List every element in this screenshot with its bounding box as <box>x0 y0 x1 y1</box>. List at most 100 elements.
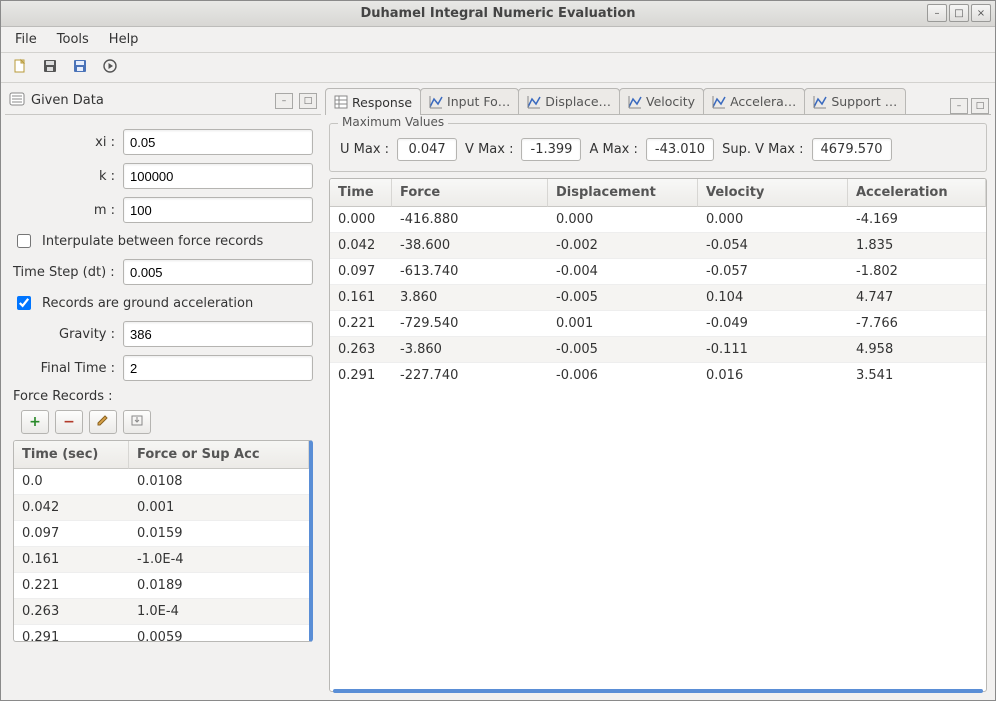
menubar: File Tools Help <box>1 27 995 53</box>
remove-record-button[interactable]: − <box>55 410 83 434</box>
window-title: Duhamel Integral Numeric Evaluation <box>1 6 995 21</box>
records-header-time[interactable]: Time (sec) <box>14 441 129 469</box>
table-row[interactable]: 0.00.0108 <box>14 469 309 495</box>
chart-icon <box>429 95 443 109</box>
table-row[interactable]: 0.0970.0159 <box>14 521 309 547</box>
cell-force: 0.0159 <box>129 526 309 541</box>
a-max-label: A Max : <box>589 142 637 157</box>
run-button[interactable] <box>99 57 121 79</box>
chart-icon <box>628 95 642 109</box>
response-header-time[interactable]: Time <box>330 179 392 207</box>
cell-displacement: 0.000 <box>548 212 698 227</box>
interpolate-checkbox[interactable] <box>17 234 31 248</box>
m-input[interactable] <box>123 197 313 223</box>
table-row[interactable]: 0.097-613.740-0.004-0.057-1.802 <box>330 259 986 285</box>
save-as-button[interactable] <box>69 57 91 79</box>
response-header-displacement[interactable]: Displacement <box>548 179 698 207</box>
sv-max-label: Sup. V Max : <box>722 142 803 157</box>
m-label: m : <box>13 203 115 218</box>
u-max-label: U Max : <box>340 142 389 157</box>
results-minimize-button[interactable]: – <box>950 98 968 114</box>
cell-acceleration: 3.541 <box>848 368 986 379</box>
tab-velocity[interactable]: Velocity <box>619 88 704 114</box>
close-button[interactable]: × <box>971 4 991 22</box>
cell-time: 0.263 <box>14 604 129 619</box>
horizontal-scrollbar[interactable] <box>333 689 983 693</box>
tab-support[interactable]: Support … <box>804 88 906 114</box>
cell-force: 1.0E-4 <box>129 604 309 619</box>
response-header-force[interactable]: Force <box>392 179 548 207</box>
chart-icon <box>712 95 726 109</box>
ground-accel-label: Records are ground acceleration <box>42 296 253 311</box>
table-row[interactable]: 0.2910.0059 <box>14 625 309 641</box>
panel-minimize-button[interactable]: – <box>275 93 293 109</box>
dt-input[interactable] <box>123 259 313 285</box>
tab-displacement[interactable]: Displace… <box>518 88 620 114</box>
cell-force: -227.740 <box>392 368 548 379</box>
menu-help[interactable]: Help <box>101 29 147 50</box>
table-row[interactable]: 0.221-729.5400.001-0.049-7.766 <box>330 311 986 337</box>
save-button[interactable] <box>39 57 61 79</box>
menu-file[interactable]: File <box>7 29 45 50</box>
tab-response[interactable]: Response <box>325 88 421 115</box>
a-max-value: -43.010 <box>646 138 714 161</box>
edit-record-button[interactable] <box>89 410 117 434</box>
results-tabstrip: Response Input Fo… Displace… Velocity Ac… <box>325 87 991 115</box>
cell-force: 0.001 <box>129 500 309 515</box>
tab-acceleration[interactable]: Accelera… <box>703 88 805 114</box>
table-row[interactable]: 0.263-3.860-0.005-0.1114.958 <box>330 337 986 363</box>
k-label: k : <box>13 169 115 184</box>
tab-acceleration-label: Accelera… <box>730 94 796 109</box>
k-input[interactable] <box>123 163 313 189</box>
import-record-button[interactable] <box>123 410 151 434</box>
table-row[interactable]: 0.0420.001 <box>14 495 309 521</box>
menu-tools[interactable]: Tools <box>49 29 97 50</box>
cell-velocity: -0.111 <box>698 342 848 357</box>
minimize-button[interactable]: – <box>927 4 947 22</box>
results-restore-button[interactable]: □ <box>971 98 989 114</box>
tab-input-force[interactable]: Input Fo… <box>420 88 519 114</box>
table-row[interactable]: 0.2210.0189 <box>14 573 309 599</box>
pencil-icon <box>96 413 110 431</box>
records-header-force[interactable]: Force or Sup Acc <box>129 441 309 469</box>
table-row[interactable]: 0.161-1.0E-4 <box>14 547 309 573</box>
plus-icon: + <box>29 414 41 430</box>
add-record-button[interactable]: + <box>21 410 49 434</box>
table-row[interactable]: 0.000-416.8800.0000.000-4.169 <box>330 207 986 233</box>
tab-velocity-label: Velocity <box>646 94 695 109</box>
given-data-header: Given Data – □ <box>5 87 321 115</box>
cell-force: 0.0189 <box>129 578 309 593</box>
maximum-values-box: Maximum Values U Max : 0.047 V Max : -1.… <box>329 123 987 172</box>
table-row[interactable]: 0.1613.860-0.0050.1044.747 <box>330 285 986 311</box>
u-max-value: 0.047 <box>397 138 457 161</box>
cell-displacement: -0.006 <box>548 368 698 379</box>
response-header-acceleration[interactable]: Acceleration <box>848 179 986 207</box>
cell-acceleration: 4.747 <box>848 290 986 305</box>
table-row[interactable]: 0.291-227.740-0.0060.0163.541 <box>330 363 986 379</box>
maximize-button[interactable]: □ <box>949 4 969 22</box>
tab-displacement-label: Displace… <box>545 94 611 109</box>
cell-force: -613.740 <box>392 264 548 279</box>
new-file-button[interactable] <box>9 57 31 79</box>
content-area: Given Data – □ xi : k : m : <box>1 83 995 700</box>
table-row[interactable]: 0.042-38.600-0.002-0.0541.835 <box>330 233 986 259</box>
cell-time: 0.000 <box>330 212 392 227</box>
records-toolbar: + − <box>13 406 313 440</box>
save-icon <box>42 58 58 78</box>
new-file-icon <box>12 58 28 78</box>
final-time-input[interactable] <box>123 355 313 381</box>
cell-displacement: -0.004 <box>548 264 698 279</box>
table-row[interactable]: 0.2631.0E-4 <box>14 599 309 625</box>
cell-force: -416.880 <box>392 212 548 227</box>
final-time-label: Final Time : <box>13 361 115 376</box>
panel-restore-button[interactable]: □ <box>299 93 317 109</box>
tab-input-force-label: Input Fo… <box>447 94 510 109</box>
response-header-velocity[interactable]: Velocity <box>698 179 848 207</box>
cell-displacement: -0.005 <box>548 342 698 357</box>
cell-velocity: -0.057 <box>698 264 848 279</box>
xi-input[interactable] <box>123 129 313 155</box>
chart-icon <box>527 95 541 109</box>
ground-accel-checkbox[interactable] <box>17 296 31 310</box>
gravity-input[interactable] <box>123 321 313 347</box>
cell-acceleration: 1.835 <box>848 238 986 253</box>
